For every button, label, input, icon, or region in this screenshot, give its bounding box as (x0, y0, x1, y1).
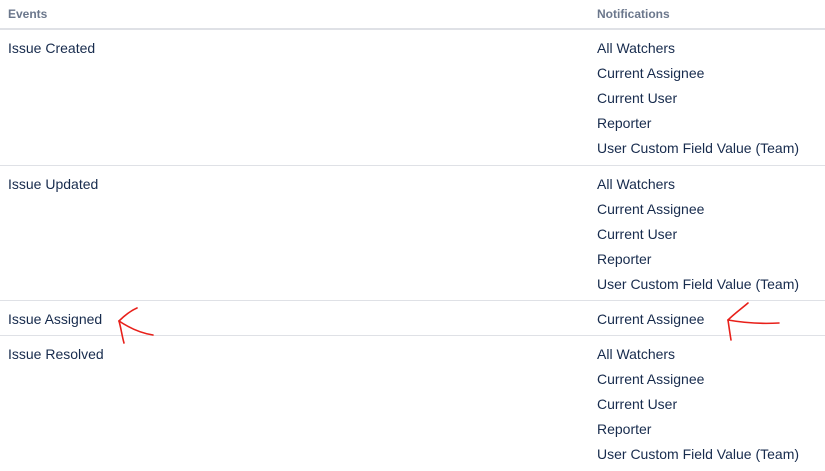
notification-item: User Custom Field Value (Team) (597, 446, 800, 462)
notification-item: Current Assignee (597, 371, 705, 387)
notification-item: Reporter (597, 115, 652, 131)
notifications-column-header: Notifications (597, 7, 670, 21)
notification-item: User Custom Field Value (Team) (597, 140, 800, 156)
event-name: Issue Updated (8, 176, 99, 192)
notification-item: Current User (597, 226, 678, 242)
notification-list: Current Assignee (597, 311, 704, 336)
table-row: Issue Assigned Current Assignee (0, 301, 825, 336)
notification-item: All Watchers (597, 346, 676, 362)
notification-list: All Watchers Current Assignee Current Us… (597, 176, 799, 301)
event-name: Issue Assigned (8, 311, 103, 327)
notification-item: Current Assignee (597, 201, 705, 217)
events-column-header: Events (8, 7, 48, 21)
notification-item: All Watchers (597, 176, 676, 192)
notification-item: Reporter (597, 421, 652, 437)
notification-item: All Watchers (597, 40, 676, 56)
notification-item: Reporter (597, 251, 652, 267)
notification-item: Current Assignee (597, 311, 705, 327)
event-name: Issue Resolved (8, 346, 104, 362)
table-row: Issue Created All Watchers Current Assig… (0, 30, 825, 166)
notification-item: Current User (597, 90, 678, 106)
table-header: Events Notifications (0, 0, 825, 30)
notification-item: Current Assignee (597, 65, 705, 81)
table-row: Issue Resolved All Watchers Current Assi… (0, 336, 825, 470)
notification-item: Current User (597, 396, 678, 412)
table-row: Issue Updated All Watchers Current Assig… (0, 166, 825, 301)
notification-scheme-table: Events Notifications Issue Created All W… (0, 0, 825, 470)
notification-list: All Watchers Current Assignee Current Us… (597, 346, 799, 471)
notification-list: All Watchers Current Assignee Current Us… (597, 40, 799, 165)
event-name: Issue Created (8, 40, 96, 56)
notification-item: User Custom Field Value (Team) (597, 276, 800, 292)
